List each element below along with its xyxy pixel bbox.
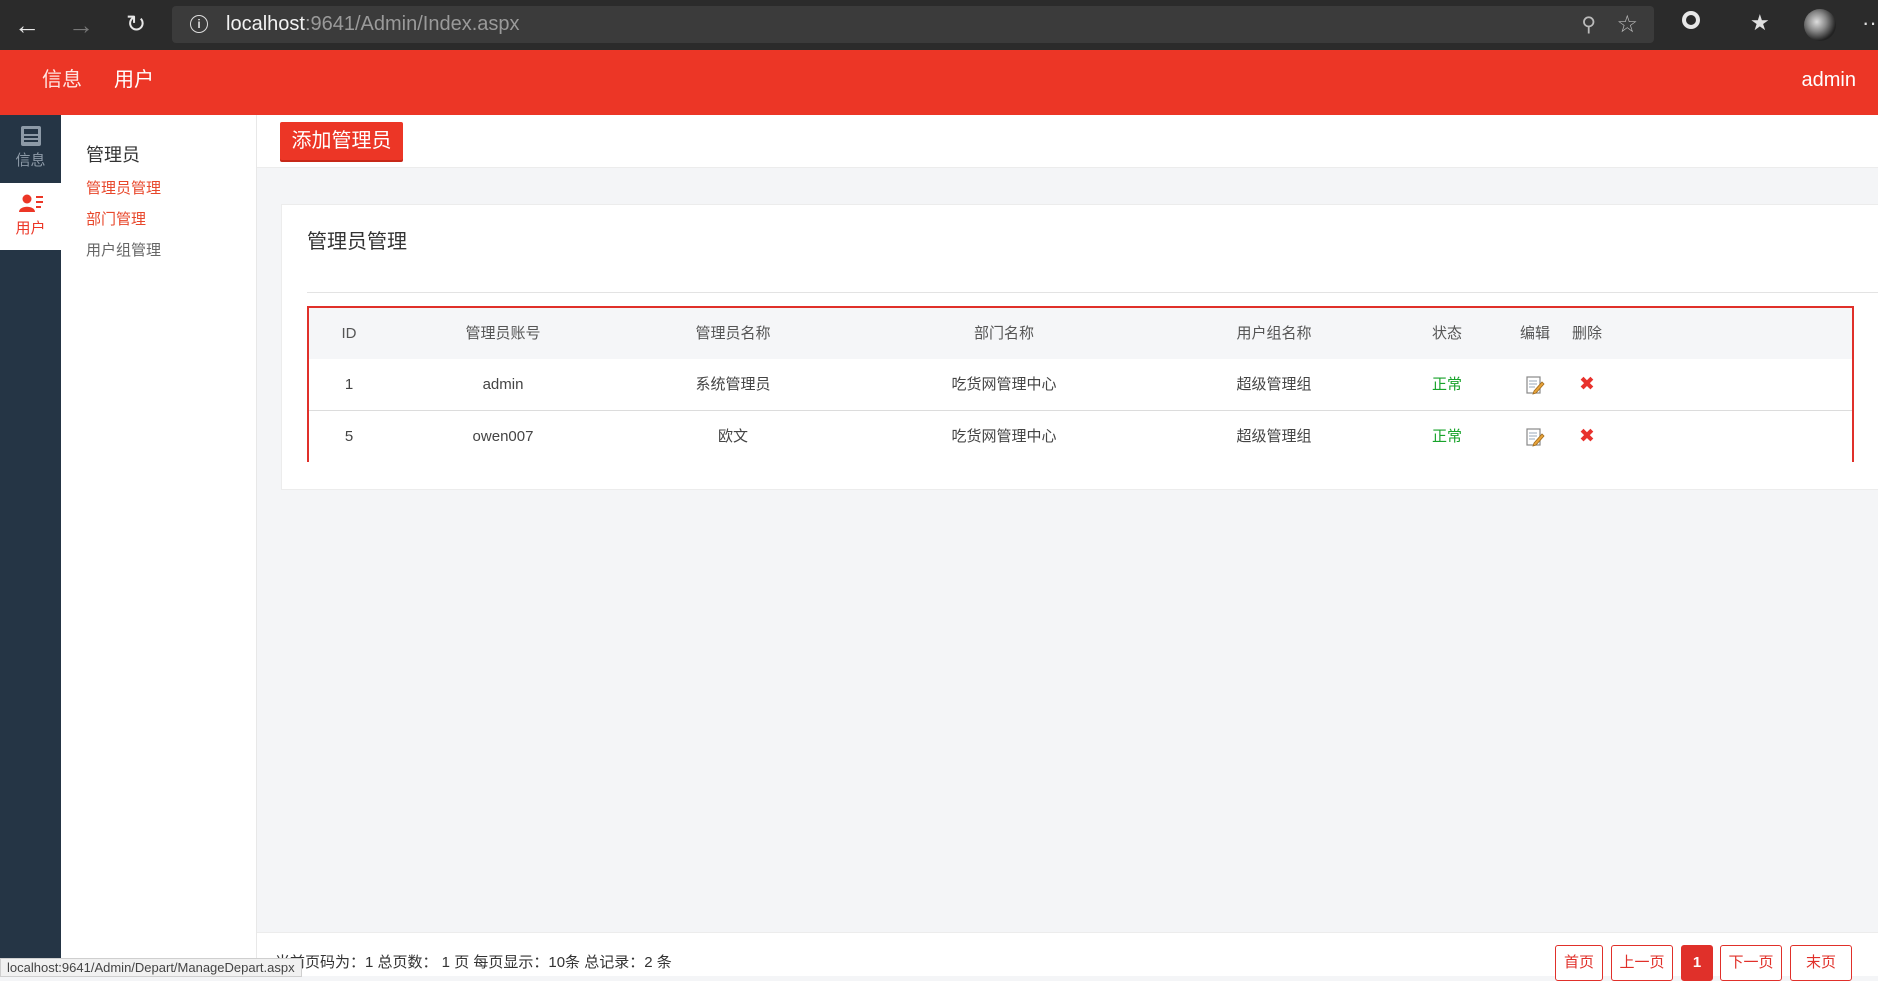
status-badge: 正常 [1431,428,1462,445]
divider [307,292,1878,293]
admin-table: ID 管理员账号 管理员名称 部门名称 用户组名称 状态 编辑 删除 1 adm… [307,306,1854,462]
sidebar-item-user[interactable]: 用户 [0,183,61,250]
page-last-button[interactable]: 末页 [1790,945,1852,981]
table-row: 5 owen007 欧文 吃货网管理中心 超级管理组 正常 ✖ [309,411,1852,462]
cell-id: 5 [344,428,354,445]
page-title: 管理员管理 [307,231,407,253]
url-path: :9641/Admin/Index.aspx [304,13,520,35]
icon-sidebar: 信息 用户 [0,115,61,975]
col-header-status: 状态 [1431,325,1462,342]
favorites-list-icon[interactable]: ★ [1750,10,1770,36]
col-header-group: 用户组名称 [1236,325,1312,342]
site-info-icon[interactable]: i [190,15,208,33]
delete-icon[interactable]: ✖ [1565,359,1609,410]
cell-group: 超级管理组 [1236,428,1312,445]
page-summary: 当前页码为：1 总页数： 1 页 每页显示：10条 总记录：2 条 [275,954,672,971]
url-host: localhost [226,13,305,35]
add-admin-button[interactable]: 添加管理员 [280,122,403,160]
app-header: 信息 用户 admin [0,50,1878,115]
edit-button[interactable] [1505,411,1565,462]
refresh-icon[interactable]: ↻ [120,9,152,41]
menu-item-admin-manage[interactable]: 管理员管理 [86,177,161,198]
menu-title: 管理员 [86,145,140,165]
page-next-button[interactable]: 下一页 [1720,945,1782,981]
extension-icon[interactable] [1681,10,1701,36]
more-icon[interactable]: ·· [1862,10,1877,36]
cell-group: 超级管理组 [1236,376,1312,393]
col-header-edit: 编辑 [1519,325,1550,342]
top-nav-info[interactable]: 信息 [42,50,82,110]
page-prev-button[interactable]: 上一页 [1611,945,1673,981]
back-arrow-icon[interactable]: ← [11,9,43,41]
col-header-name: 管理员名称 [695,325,771,342]
col-header-delete: 删除 [1571,325,1602,342]
page-number-button[interactable]: 1 [1681,945,1713,981]
favorite-star-icon[interactable]: ☆ [1616,10,1638,39]
cell-dept: 吃货网管理中心 [951,428,1057,445]
col-header-id: ID [341,325,357,342]
browser-status-url: localhost:9641/Admin/Depart/ManageDepart… [0,958,302,977]
cell-dept: 吃货网管理中心 [951,376,1057,393]
browser-toolbar: ← → ↻ i localhost:9641/Admin/Index.aspx … [0,0,1878,50]
key-icon[interactable]: ⚲ [1581,12,1596,37]
news-icon [20,126,41,146]
pagination-bar: 当前页码为：1 总页数： 1 页 每页显示：10条 总记录：2 条 首页 上一页… [257,932,1878,981]
edit-icon [1526,376,1545,395]
sidebar-item-label: 信息 [15,152,46,169]
forward-arrow-icon[interactable]: → [65,9,97,41]
menu-item-dept-manage[interactable]: 部门管理 [86,208,146,229]
address-url[interactable]: localhost:9641/Admin/Index.aspx [226,6,520,43]
sidebar-item-label: 用户 [15,220,46,237]
address-bar[interactable]: i localhost:9641/Admin/Index.aspx ⚲ ☆ [172,6,1654,43]
cell-account: admin [482,376,524,393]
cell-id: 1 [344,376,354,393]
cell-name: 欧文 [717,428,748,445]
avatar[interactable] [1804,9,1836,41]
edit-button[interactable] [1505,359,1565,410]
table-header-row: ID 管理员账号 管理员名称 部门名称 用户组名称 状态 编辑 删除 [309,308,1852,359]
cell-name: 系统管理员 [695,376,771,393]
cell-account: owen007 [472,428,534,445]
edit-icon [1526,428,1545,447]
delete-icon[interactable]: ✖ [1565,411,1609,462]
col-header-account: 管理员账号 [465,325,541,342]
content-toolbar: 添加管理员 [257,115,1878,168]
sub-menu: 管理员 管理员管理 部门管理 用户组管理 [61,115,257,975]
top-nav-user[interactable]: 用户 [114,50,154,110]
admin-panel: 管理员管理 ID 管理员账号 管理员名称 部门名称 用户组名称 状态 编辑 删除… [281,204,1878,490]
col-header-dept: 部门名称 [973,325,1034,342]
sidebar-item-info[interactable]: 信息 [0,115,61,182]
table-row: 1 admin 系统管理员 吃货网管理中心 超级管理组 正常 ✖ [309,359,1852,411]
user-list-icon [18,194,43,212]
menu-item-usergroup-manage[interactable]: 用户组管理 [86,239,161,260]
page-first-button[interactable]: 首页 [1555,945,1603,981]
current-user[interactable]: admin [1802,50,1856,110]
status-badge: 正常 [1431,376,1462,393]
